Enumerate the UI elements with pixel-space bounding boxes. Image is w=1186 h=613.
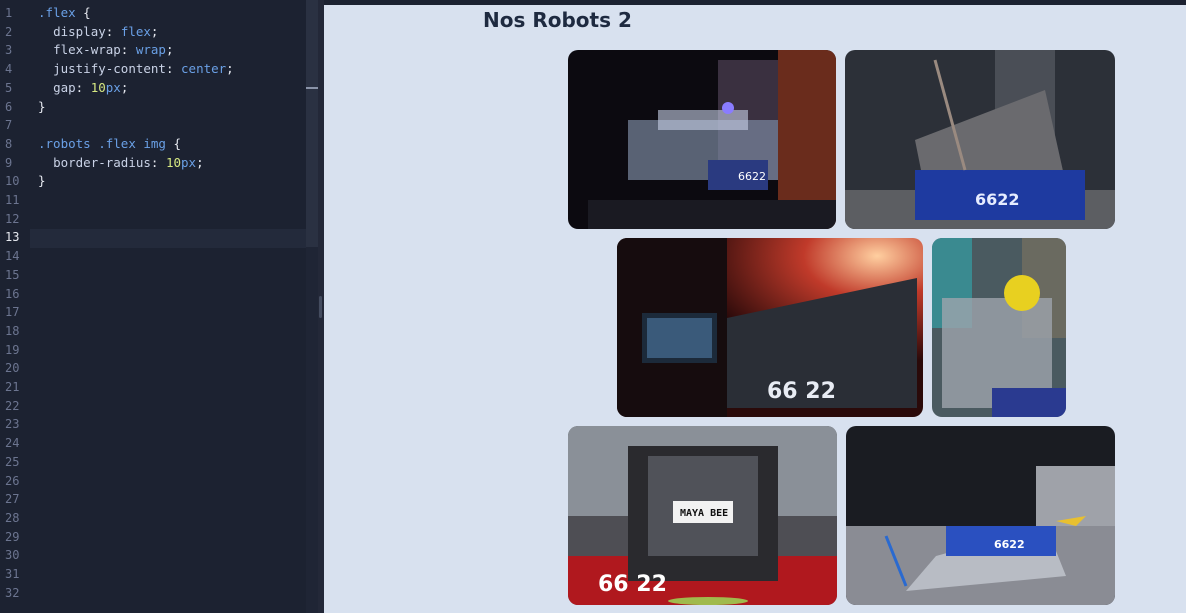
robot-number-label: 6622	[738, 170, 766, 183]
license-plate: MAYA BEE	[680, 508, 728, 519]
code-line-3[interactable]: flex-wrap: wrap;	[38, 41, 173, 60]
line-number: 9	[5, 155, 13, 170]
line-number: 15	[5, 267, 20, 282]
line-number: 32	[5, 585, 20, 600]
page-title: Nos Robots 2	[483, 8, 632, 32]
line-number: 13	[5, 230, 20, 245]
line-number: 27	[5, 492, 20, 507]
line-number: 17	[5, 305, 20, 320]
line-number: 26	[5, 473, 20, 488]
code-line-8[interactable]: .robots .flex img {	[38, 135, 181, 154]
robot-photo-6: 6622	[846, 426, 1115, 605]
robot-number-label: 66 22	[767, 379, 836, 404]
line-number: 28	[5, 510, 20, 525]
line-number: 20	[5, 361, 20, 376]
code-line-4[interactable]: justify-content: center;	[38, 60, 234, 79]
code-line-9[interactable]: border-radius: 10px;	[38, 154, 204, 173]
code-line-2[interactable]: display: flex;	[38, 23, 158, 42]
line-number: 14	[5, 249, 20, 264]
code-line-5[interactable]: gap: 10px;	[38, 79, 128, 98]
line-number: 31	[5, 567, 20, 581]
robot-number-label: 66 22	[598, 572, 667, 597]
robot-number-label: 6622	[994, 538, 1025, 551]
line-number: 18	[5, 323, 20, 338]
line-number: 1	[5, 6, 13, 20]
code-line-1[interactable]: .flex {	[38, 4, 91, 23]
resize-grip-icon[interactable]	[319, 296, 322, 318]
preview-pane: Nos Robots 2 6622 6622 66 22 MAYA BEE 66…	[324, 0, 1186, 613]
robot-photo-2: 6622	[845, 50, 1115, 229]
scrollbar-cursor-marker	[306, 87, 318, 89]
robot-photo-5: MAYA BEE 66 22	[568, 426, 837, 605]
line-number: 4	[5, 62, 13, 77]
line-number: 7	[5, 118, 13, 133]
active-line-highlight	[30, 229, 306, 248]
line-number: 24	[5, 436, 20, 451]
line-number: 10	[5, 174, 20, 189]
line-number: 30	[5, 548, 20, 563]
robot-photo-4	[932, 238, 1066, 417]
line-number: 16	[5, 286, 20, 301]
robot-photo-3: 66 22	[617, 238, 923, 417]
code-editor[interactable]: 1 2 3 4 5 6 7 8 9 10 11 12 13 14 15 16 17 18 19 20 21 22 23 24 2…	[0, 0, 306, 613]
preview-top-border	[324, 0, 1186, 5]
code-line-6[interactable]: }	[38, 98, 46, 117]
line-number: 19	[5, 342, 20, 357]
robot-photo-1: 6622	[568, 50, 836, 229]
line-number: 22	[5, 398, 20, 413]
editor-scrollbar-thumb[interactable]	[306, 0, 318, 247]
line-number: 12	[5, 211, 20, 226]
line-number: 25	[5, 454, 20, 469]
line-number: 29	[5, 529, 20, 544]
line-number: 8	[5, 136, 13, 151]
line-number: 6	[5, 99, 13, 114]
line-number: 23	[5, 417, 20, 432]
line-number: 3	[5, 43, 13, 58]
line-number: 2	[5, 24, 13, 39]
line-number: 21	[5, 380, 20, 394]
line-number: 5	[5, 80, 13, 95]
code-line-10[interactable]: }	[38, 172, 46, 191]
robot-number-label: 6622	[975, 190, 1020, 209]
line-number: 11	[5, 193, 20, 207]
